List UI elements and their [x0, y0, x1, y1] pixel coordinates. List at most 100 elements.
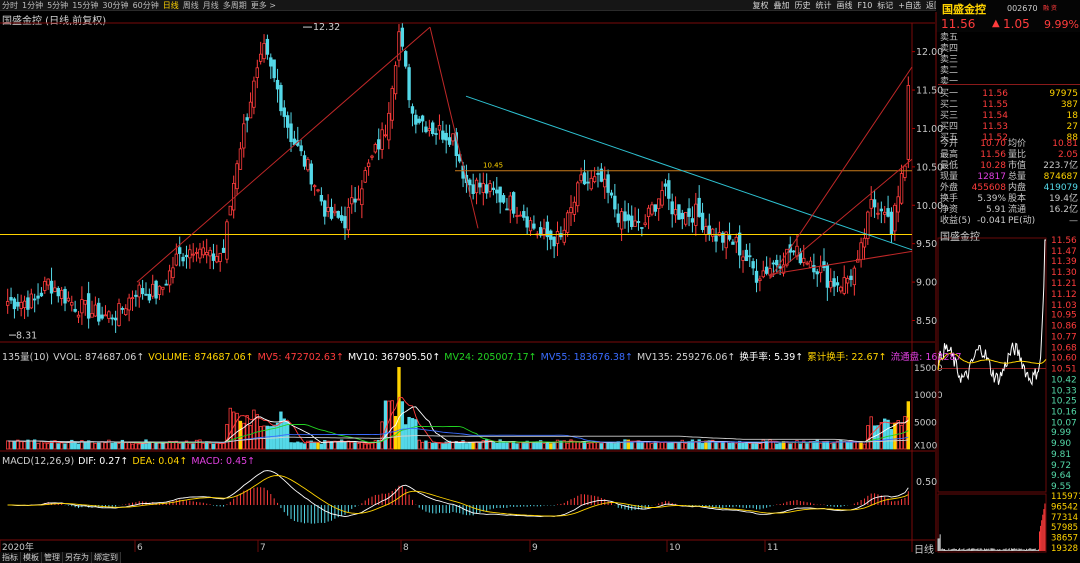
- volume-bar: [673, 442, 678, 450]
- volume-bar: [407, 416, 411, 450]
- volume-bar: [350, 441, 354, 450]
- candle-body: [306, 158, 310, 171]
- candle-body: [569, 207, 573, 214]
- bottom-tab[interactable]: 指标: [0, 552, 21, 563]
- candle-body: [434, 133, 438, 135]
- candle-body: [275, 79, 280, 90]
- candle-body: [650, 204, 654, 215]
- candle-body: [326, 206, 330, 212]
- volume-bar: [100, 441, 104, 450]
- candle-body: [350, 197, 354, 205]
- bottom-tab[interactable]: 模板: [21, 552, 42, 563]
- volume-bar: [805, 443, 809, 450]
- volume-bar: [383, 400, 388, 450]
- candle-body: [657, 198, 661, 210]
- indicator-value: MV24: 205007.17↑: [444, 352, 537, 363]
- stat-label: 最低: [940, 161, 959, 171]
- period-label[interactable]: 日线: [914, 541, 934, 556]
- candle-body: [86, 293, 91, 319]
- candle-body: [633, 220, 637, 227]
- candle-body: [667, 180, 671, 199]
- volume-bar: [478, 441, 482, 450]
- order-book-label: 卖三: [940, 55, 959, 65]
- candle-body: [157, 285, 162, 295]
- volume-bar: [599, 443, 604, 450]
- stat-label: 均价: [1008, 139, 1027, 149]
- kline-chart[interactable]: 12.0011.5011.0010.5010.009.509.008.5010.…: [0, 0, 1080, 563]
- candle-body: [764, 266, 769, 274]
- volume-bar: [29, 440, 33, 450]
- candle-body: [842, 277, 846, 294]
- candle-body: [393, 65, 398, 95]
- volume-bar: [103, 442, 108, 450]
- volume-bar: [535, 441, 539, 450]
- candle-body: [147, 293, 152, 301]
- indicator-value: MACD: 0.45↑: [191, 456, 256, 467]
- indicator-value: MV55: 183676.38↑: [540, 352, 633, 363]
- volume-bar: [549, 443, 553, 450]
- bottom-tab[interactable]: 另存为: [63, 552, 92, 563]
- candle-body: [134, 294, 138, 297]
- stat-row: 收益(5) -0.041 PE(动) —: [938, 216, 1080, 227]
- volume-bar: [511, 441, 516, 450]
- order-book-row: 买二 11.55 387: [938, 100, 1080, 111]
- stat-value: 419079: [1043, 183, 1078, 193]
- indicator-value: DEA: 0.04↑: [132, 456, 188, 467]
- candle-body: [869, 199, 873, 209]
- volume-bar: [852, 441, 857, 450]
- volume-bar: [90, 441, 94, 450]
- candle-body: [889, 211, 894, 235]
- intraday-price-tick: 10.25: [1051, 396, 1077, 406]
- candle-body: [670, 201, 674, 215]
- stat-label: 今开: [940, 139, 959, 149]
- candle-body: [323, 200, 327, 217]
- stat-value: 2.05: [1057, 150, 1078, 160]
- downtrend-line: [429, 26, 479, 229]
- candle-body: [805, 262, 809, 265]
- volume-bar: [471, 441, 475, 450]
- stat-label: 内盘: [1008, 183, 1027, 193]
- candle-body: [896, 196, 900, 213]
- candle-body: [687, 208, 691, 217]
- candle-body: [879, 208, 884, 212]
- stat-value: 5.39%: [977, 194, 1006, 204]
- candle-body: [9, 297, 13, 301]
- order-book-row: 买三 11.54 18: [938, 111, 1080, 122]
- candle-body: [731, 241, 735, 245]
- candle-body: [754, 270, 759, 283]
- bottom-tab[interactable]: 绑定到: [92, 552, 121, 563]
- candle-body: [151, 283, 155, 297]
- candle-body: [684, 212, 688, 225]
- date-label: 9: [532, 543, 538, 553]
- intraday-price-tick: 10.77: [1051, 333, 1077, 343]
- candle-body: [704, 226, 708, 235]
- candle-body: [235, 163, 239, 190]
- order-book-price: 11.54: [982, 111, 1008, 121]
- order-book: 卖五 卖四 卖三 卖二 卖一 买一 11.56 97975 买二 11.55 387 买三 11.54 1…: [938, 33, 1080, 144]
- volume-bar: [296, 441, 300, 450]
- stat-row: 最高 11.56 量比 2.05: [938, 150, 1080, 161]
- candle-body: [680, 212, 684, 220]
- candle-body: [501, 195, 506, 203]
- candle-body: [579, 174, 583, 182]
- stat-value: 223.7亿: [1043, 161, 1078, 171]
- candle-body: [484, 184, 489, 194]
- bottom-tab[interactable]: 管理: [42, 552, 63, 563]
- stat-label: 最高: [940, 150, 959, 160]
- order-book-row: 卖五: [938, 33, 1080, 44]
- candle-body: [694, 203, 698, 226]
- volume-bar: [751, 442, 755, 450]
- price-tick-label: 9.50: [916, 239, 937, 250]
- order-book-price: 11.56: [982, 89, 1008, 99]
- volume-bar: [734, 443, 738, 450]
- volume-bar: [232, 411, 236, 450]
- volume-bar: [414, 419, 418, 450]
- candle-body: [525, 216, 529, 228]
- candle-body: [818, 265, 823, 274]
- volume-bar: [208, 442, 212, 450]
- volume-tick-label: X100: [914, 442, 938, 452]
- candle-body: [727, 235, 732, 240]
- volume-bar: [319, 443, 324, 450]
- indicator-value: 流通盘: 162287: [890, 352, 962, 363]
- intraday-price-tick: 10.86: [1051, 322, 1077, 332]
